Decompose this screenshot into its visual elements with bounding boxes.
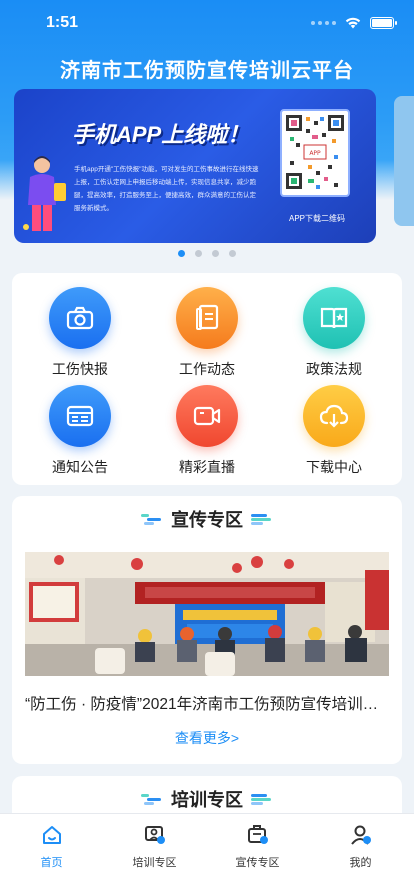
promo-section-title: 宣传专区 — [171, 510, 243, 530]
user-icon — [309, 824, 412, 848]
menu-item-downloads[interactable]: 下载中心 — [274, 385, 394, 477]
page-title: 济南市工伤预防宣传培训云平台 — [60, 60, 354, 82]
view-more-link[interactable]: 查看更多> — [12, 728, 402, 748]
event-photo-icon — [25, 552, 389, 676]
menu-item-label: 工伤快报 — [52, 361, 108, 377]
video-camera-icon — [176, 385, 238, 447]
menu-item-label: 政策法规 — [306, 361, 362, 377]
book-icon — [303, 287, 365, 349]
promotion-icon — [206, 824, 309, 848]
notice-icon — [49, 385, 111, 447]
tab-profile[interactable]: 我的 — [309, 824, 412, 870]
home-icon — [0, 824, 103, 848]
menu-item-label: 工作动态 — [179, 361, 235, 377]
tab-training[interactable]: 培训专区 — [103, 824, 206, 870]
wifi-icon — [345, 17, 361, 29]
menu-item-policies[interactable]: 政策法规 — [274, 287, 394, 379]
qr-code-icon: APP — [286, 115, 344, 189]
menu-item-label: 精彩直播 — [179, 459, 235, 475]
promo-section-card: 宣传专区 “防工伤 · 防疫情”2021年济南市工伤预防宣传培训活动 查看更多> — [12, 496, 402, 764]
bottom-tab-bar: 首页 培训专区 宣传专区 我的 — [0, 813, 414, 896]
decoration-right-icon — [251, 792, 273, 806]
pager-dot[interactable] — [195, 250, 202, 257]
signal-icon — [311, 20, 336, 25]
banner-slide[interactable]: 手机APP上线啦！ 手机app开通"工伤快报"功能，可对发生的工伤事故进行在线快… — [14, 89, 376, 243]
training-icon — [103, 824, 206, 848]
menu-item-label: 通知公告 — [52, 459, 108, 475]
decoration-left-icon — [141, 792, 163, 806]
quick-menu-card: 工伤快报 工作动态 政策法规 通知公告 精彩直播 下载中心 — [12, 273, 402, 485]
status-bar: 1:51 — [0, 0, 414, 44]
promo-section-header: 宣传专区 — [12, 506, 402, 532]
news-title[interactable]: “防工伤 · 防疫情”2021年济南市工伤预防宣传培训活动 — [25, 692, 389, 714]
training-section-header: 培训专区 — [12, 786, 402, 812]
tab-label: 培训专区 — [132, 857, 177, 869]
person-illustration-icon — [23, 156, 66, 231]
pager-dot-active[interactable] — [178, 250, 185, 257]
document-icon — [176, 287, 238, 349]
banner-pager — [0, 250, 414, 257]
pager-dot[interactable] — [212, 250, 219, 257]
news-image[interactable] — [25, 552, 389, 676]
tab-promotion[interactable]: 宣传专区 — [206, 824, 309, 870]
decoration-right-icon — [251, 512, 273, 526]
status-icons — [311, 16, 397, 29]
qr-code: APP — [280, 109, 350, 197]
status-time: 1:51 — [46, 14, 79, 31]
qr-caption: APP下载二维码 — [288, 214, 345, 223]
decoration-left-icon — [141, 512, 163, 526]
tab-label: 宣传专区 — [235, 857, 280, 869]
cloud-download-icon — [303, 385, 365, 447]
menu-item-label: 下载中心 — [306, 459, 362, 475]
battery-icon — [370, 16, 397, 29]
banner-next-slide[interactable] — [394, 96, 414, 226]
tab-label: 我的 — [349, 857, 372, 869]
banner-description: 手机app开通"工伤快报"功能，可对发生的工伤事故进行在线快速上报，工伤认定网上… — [74, 166, 259, 212]
svg-text:APP: APP — [309, 150, 321, 157]
banner-headline: 手机APP上线啦！ — [72, 122, 250, 147]
menu-item-injury-report[interactable]: 工伤快报 — [20, 287, 140, 379]
training-section-title: 培训专区 — [171, 790, 243, 810]
menu-item-notices[interactable]: 通知公告 — [20, 385, 140, 477]
menu-item-work-news[interactable]: 工作动态 — [147, 287, 267, 379]
pager-dot[interactable] — [229, 250, 236, 257]
tab-home[interactable]: 首页 — [0, 824, 103, 870]
tab-label: 首页 — [40, 857, 63, 869]
camera-icon — [49, 287, 111, 349]
menu-item-live[interactable]: 精彩直播 — [147, 385, 267, 477]
